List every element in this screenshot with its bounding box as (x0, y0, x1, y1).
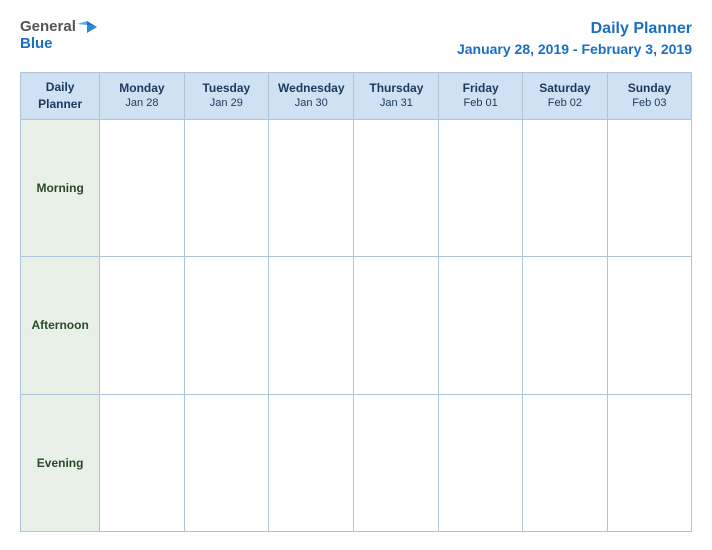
morning-saturday-cell[interactable] (523, 119, 608, 256)
evening-friday-cell[interactable] (439, 394, 523, 531)
header-thursday: Thursday Jan 31 (354, 72, 439, 119)
morning-wednesday-cell[interactable] (269, 119, 354, 256)
afternoon-sunday-cell[interactable] (607, 257, 691, 394)
morning-sunday-cell[interactable] (607, 119, 691, 256)
afternoon-label: Afternoon (21, 257, 100, 394)
title-area: Daily Planner January 28, 2019 - Februar… (457, 18, 692, 60)
friday-date: Feb 01 (443, 96, 518, 110)
morning-label: Morning (21, 119, 100, 256)
wednesday-date: Jan 30 (273, 96, 349, 110)
thursday-date: Jan 31 (358, 96, 434, 110)
header-friday: Friday Feb 01 (439, 72, 523, 119)
logo-bird-icon (77, 19, 97, 35)
page-header: General Blue Daily Planner January 28, 2… (20, 18, 692, 60)
afternoon-wednesday-cell[interactable] (269, 257, 354, 394)
header-monday: Monday Jan 28 (100, 72, 184, 119)
evening-monday-cell[interactable] (100, 394, 184, 531)
morning-monday-cell[interactable] (100, 119, 184, 256)
afternoon-saturday-cell[interactable] (523, 257, 608, 394)
evening-wednesday-cell[interactable] (269, 394, 354, 531)
evening-saturday-cell[interactable] (523, 394, 608, 531)
header-dp-line2: Planner (38, 97, 82, 111)
page-title: Daily Planner (457, 18, 692, 40)
afternoon-row: Afternoon (21, 257, 692, 394)
evening-row: Evening (21, 394, 692, 531)
morning-friday-cell[interactable] (439, 119, 523, 256)
logo-general-text: General (20, 18, 76, 35)
tuesday-date: Jan 29 (189, 96, 264, 110)
afternoon-monday-cell[interactable] (100, 257, 184, 394)
evening-sunday-cell[interactable] (607, 394, 691, 531)
calendar-table: Daily Planner Monday Jan 28 Tuesday Jan … (20, 72, 692, 532)
morning-row: Morning (21, 119, 692, 256)
afternoon-tuesday-cell[interactable] (184, 257, 268, 394)
logo-blue-text: Blue (20, 35, 53, 52)
header-wednesday: Wednesday Jan 30 (269, 72, 354, 119)
monday-date: Jan 28 (104, 96, 179, 110)
morning-thursday-cell[interactable] (354, 119, 439, 256)
header-row: Daily Planner Monday Jan 28 Tuesday Jan … (21, 72, 692, 119)
monday-label: Monday (104, 81, 179, 97)
saturday-date: Feb 02 (527, 96, 603, 110)
thursday-label: Thursday (358, 81, 434, 97)
evening-tuesday-cell[interactable] (184, 394, 268, 531)
sunday-date: Feb 03 (612, 96, 687, 110)
friday-label: Friday (443, 81, 518, 97)
wednesday-label: Wednesday (273, 81, 349, 97)
header-dp-line1: Daily (46, 80, 75, 94)
afternoon-friday-cell[interactable] (439, 257, 523, 394)
saturday-label: Saturday (527, 81, 603, 97)
header-daily-planner: Daily Planner (21, 72, 100, 119)
tuesday-label: Tuesday (189, 81, 264, 97)
header-tuesday: Tuesday Jan 29 (184, 72, 268, 119)
logo: General Blue (20, 18, 97, 52)
evening-thursday-cell[interactable] (354, 394, 439, 531)
sunday-label: Sunday (612, 81, 687, 97)
header-saturday: Saturday Feb 02 (523, 72, 608, 119)
date-range: January 28, 2019 - February 3, 2019 (457, 40, 692, 60)
header-sunday: Sunday Feb 03 (607, 72, 691, 119)
afternoon-thursday-cell[interactable] (354, 257, 439, 394)
morning-tuesday-cell[interactable] (184, 119, 268, 256)
evening-label: Evening (21, 394, 100, 531)
